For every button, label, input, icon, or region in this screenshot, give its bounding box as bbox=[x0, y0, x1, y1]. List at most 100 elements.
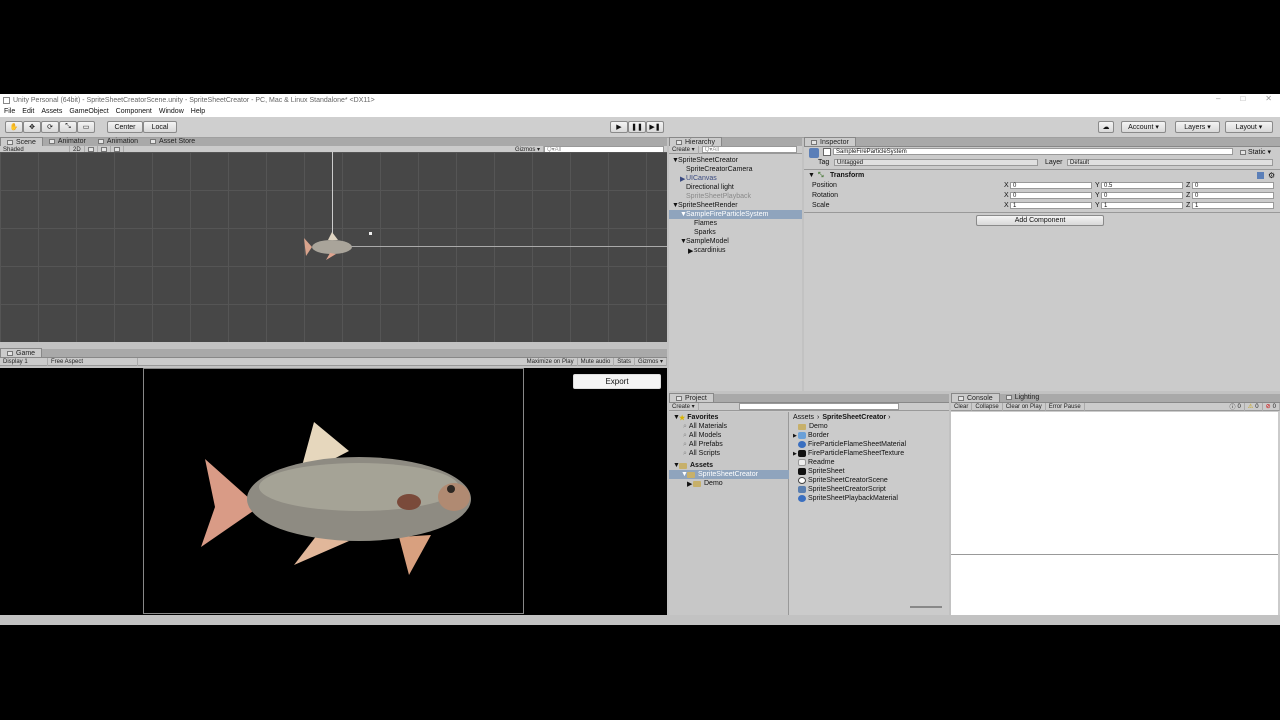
tab-game[interactable]: Game bbox=[0, 348, 43, 357]
rotate-tool-icon[interactable]: ⟳ bbox=[41, 121, 59, 133]
hierarchy-row[interactable]: ▼ SpriteSheetCreator bbox=[672, 156, 738, 165]
console-collapse-button[interactable]: Collapse bbox=[972, 402, 1003, 411]
gear-icon[interactable]: ⚙ bbox=[1268, 171, 1275, 180]
account-dropdown[interactable]: Account ▾ bbox=[1121, 121, 1166, 133]
hierarchy-row[interactable]: ▼ SampleModel bbox=[680, 237, 729, 246]
rotation-z-field[interactable]: 0 bbox=[1192, 192, 1274, 199]
hand-tool-icon[interactable]: ✋ bbox=[5, 121, 23, 133]
active-checkbox[interactable] bbox=[823, 148, 831, 156]
position-z-field[interactable]: 0 bbox=[1192, 182, 1274, 189]
scale-x-field[interactable]: 1 bbox=[1010, 202, 1092, 209]
tag-dropdown[interactable]: Untagged bbox=[834, 159, 1038, 166]
asset-item[interactable]: Demo bbox=[798, 422, 828, 431]
warning-count[interactable]: ⚠ 0 bbox=[1245, 402, 1263, 411]
collapse-arrow-icon[interactable]: ▼ bbox=[808, 172, 818, 179]
tab-project[interactable]: Project bbox=[669, 393, 714, 402]
scale-y-field[interactable]: 1 bbox=[1101, 202, 1183, 209]
menu-file[interactable]: File bbox=[4, 108, 15, 115]
asset-item[interactable]: Readme bbox=[798, 458, 834, 467]
step-button[interactable]: ▶❚ bbox=[646, 121, 664, 133]
tree-item-selected[interactable]: ▼ SpriteSheetCreator bbox=[669, 470, 789, 479]
console-clear-button[interactable]: Clear bbox=[951, 402, 973, 411]
console-error-pause-button[interactable]: Error Pause bbox=[1046, 402, 1085, 411]
asset-item[interactable]: ▶ Border bbox=[793, 431, 829, 440]
stats-toggle[interactable]: Stats bbox=[614, 357, 635, 366]
game-gizmos-dropdown[interactable]: Gizmos ▾ bbox=[635, 357, 667, 366]
layer-dropdown[interactable]: Default bbox=[1067, 159, 1273, 166]
maximize-button[interactable]: □ bbox=[1240, 94, 1245, 103]
favorite-item[interactable]: ⌕ All Scripts bbox=[683, 449, 720, 458]
scale-z-field[interactable]: 1 bbox=[1192, 202, 1274, 209]
maximize-on-play-toggle[interactable]: Maximize on Play bbox=[524, 357, 578, 366]
game-view[interactable]: Export bbox=[0, 368, 667, 615]
asset-item[interactable]: FireParticleFlameSheetMaterial bbox=[798, 440, 906, 449]
play-button[interactable]: ▶ bbox=[610, 121, 628, 133]
layout-dropdown[interactable]: Layout ▾ bbox=[1225, 121, 1273, 133]
hierarchy-create-dropdown[interactable]: Create ▾ bbox=[669, 145, 699, 154]
move-tool-icon[interactable]: ✥ bbox=[23, 121, 41, 133]
rotation-y-field[interactable]: 0 bbox=[1101, 192, 1183, 199]
menu-help[interactable]: Help bbox=[191, 108, 205, 115]
hierarchy-row[interactable]: Directional light bbox=[686, 183, 734, 192]
tab-lighting[interactable]: Lighting bbox=[1000, 393, 1046, 402]
display-dropdown[interactable]: Display 1 bbox=[0, 357, 48, 366]
tab-console[interactable]: Console bbox=[951, 393, 1000, 402]
console-clear-on-play-button[interactable]: Clear on Play bbox=[1003, 402, 1046, 411]
hierarchy-row[interactable]: ▶ scardinius bbox=[688, 246, 726, 255]
icon-size-slider[interactable] bbox=[910, 606, 942, 608]
asset-item[interactable]: SpriteSheetPlaybackMaterial bbox=[798, 494, 898, 503]
rotation-x-field[interactable]: 0 bbox=[1010, 192, 1092, 199]
minimize-button[interactable]: – bbox=[1216, 94, 1220, 103]
position-y-field[interactable]: 0.5 bbox=[1101, 182, 1183, 189]
hierarchy-search-input[interactable]: Q▾All bbox=[701, 146, 797, 153]
hierarchy-row[interactable]: Flames bbox=[694, 219, 717, 228]
help-icon[interactable] bbox=[1257, 172, 1264, 179]
tab-inspector[interactable]: Inspector bbox=[804, 137, 856, 146]
console-log-area[interactable] bbox=[951, 412, 1278, 554]
tree-item[interactable]: ▶ Demo bbox=[687, 479, 723, 488]
static-checkbox[interactable] bbox=[1240, 149, 1246, 155]
hierarchy-row[interactable]: SpriteCreatorCamera bbox=[686, 165, 753, 174]
pivot-center-toggle[interactable]: Center bbox=[107, 121, 143, 133]
console-detail-area[interactable] bbox=[951, 555, 1278, 615]
project-search-input[interactable] bbox=[738, 403, 899, 410]
pause-button[interactable]: ❚❚ bbox=[628, 121, 646, 133]
scene-fish-model[interactable] bbox=[302, 232, 362, 262]
breadcrumb-current[interactable]: SpriteSheetCreator bbox=[822, 414, 886, 421]
object-name-field[interactable]: SampleFireParticleSystem bbox=[833, 148, 1233, 155]
menu-edit[interactable]: Edit bbox=[22, 108, 34, 115]
position-x-field[interactable]: 0 bbox=[1010, 182, 1092, 189]
tab-asset-store[interactable]: Asset Store bbox=[144, 137, 201, 146]
error-count[interactable]: ⊘ 0 bbox=[1263, 402, 1280, 411]
project-create-dropdown[interactable]: Create ▾ bbox=[669, 402, 699, 411]
favorite-item[interactable]: ⌕ All Models bbox=[683, 431, 721, 440]
close-button[interactable]: ✕ bbox=[1265, 94, 1272, 103]
hierarchy-row[interactable]: Sparks bbox=[694, 228, 716, 237]
hierarchy-row-selected[interactable]: ▼ SampleFireParticleSystem bbox=[669, 210, 802, 219]
asset-item[interactable]: ▶ FireParticleFlameSheetTexture bbox=[793, 449, 904, 458]
layers-dropdown[interactable]: Layers ▾ bbox=[1175, 121, 1220, 133]
asset-item[interactable]: SpriteSheetCreatorScene bbox=[798, 476, 888, 485]
hierarchy-row[interactable]: ▼ SpriteSheetRender bbox=[672, 201, 738, 210]
static-dropdown[interactable]: Static ▾ bbox=[1240, 148, 1271, 156]
cloud-icon[interactable]: ☁ bbox=[1098, 121, 1114, 133]
pivot-local-toggle[interactable]: Local bbox=[143, 121, 177, 133]
aspect-dropdown[interactable]: Free Aspect bbox=[48, 357, 138, 366]
assets-header[interactable]: ▼ Assets bbox=[673, 461, 713, 470]
asset-item[interactable]: SpriteSheet bbox=[798, 467, 845, 476]
rect-tool-icon[interactable]: ▭ bbox=[77, 121, 95, 133]
hierarchy-row[interactable]: SpriteSheetPlayback bbox=[686, 192, 751, 201]
favorite-item[interactable]: ⌕ All Prefabs bbox=[683, 440, 723, 449]
asset-item[interactable]: SpriteSheetCreatorScript bbox=[798, 485, 886, 494]
scene-view[interactable] bbox=[0, 152, 667, 342]
favorites-header[interactable]: ▼ ★ Favorites bbox=[673, 413, 718, 422]
add-component-button[interactable]: Add Component bbox=[976, 215, 1104, 226]
menu-gameobject[interactable]: GameObject bbox=[69, 108, 108, 115]
menu-component[interactable]: Component bbox=[116, 108, 152, 115]
breadcrumb-assets[interactable]: Assets bbox=[793, 414, 814, 421]
favorite-item[interactable]: ⌕ All Materials bbox=[683, 422, 727, 431]
transform-header[interactable]: ▼ ⤡ Transform bbox=[808, 171, 864, 180]
menu-window[interactable]: Window bbox=[159, 108, 184, 115]
mute-audio-toggle[interactable]: Mute audio bbox=[578, 357, 615, 366]
log-count[interactable]: ⓘ 0 bbox=[1227, 402, 1245, 411]
